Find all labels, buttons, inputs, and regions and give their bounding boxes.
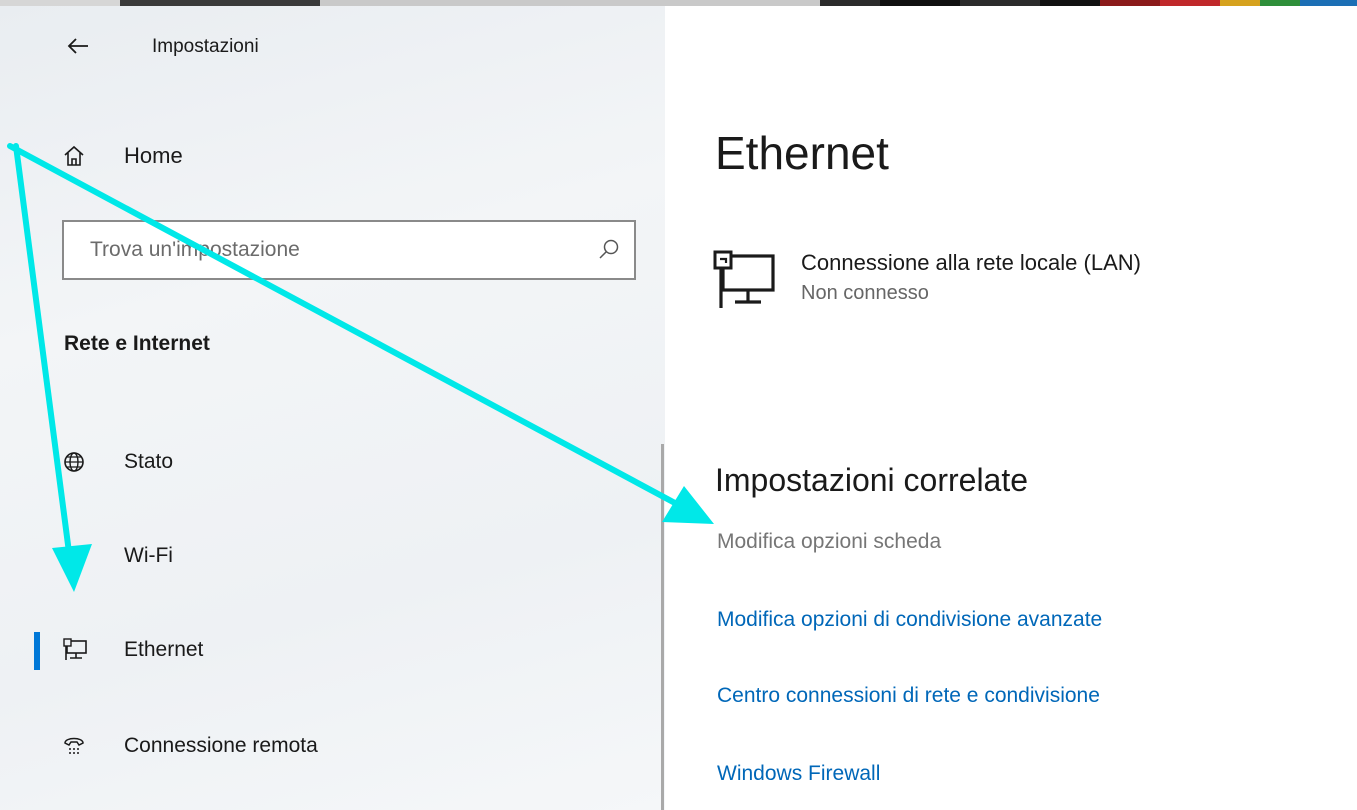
network-computer-icon xyxy=(713,250,775,308)
sidebar-item-label: Connessione remota xyxy=(124,734,318,757)
home-icon xyxy=(64,145,84,166)
section-title: Rete e Internet xyxy=(64,332,210,355)
link-windows-firewall[interactable]: Windows Firewall xyxy=(717,762,880,786)
search-input[interactable] xyxy=(88,237,572,263)
globe-icon xyxy=(64,452,84,472)
connection-status: Non connesso xyxy=(801,282,929,304)
sidebar-scrollbar[interactable] xyxy=(661,444,664,810)
connection-item[interactable]: Connessione alla rete locale (LAN) Non c… xyxy=(713,250,1141,310)
sidebar-item-ethernet[interactable]: Ethernet xyxy=(34,624,640,676)
sidebar-item-home[interactable]: Home xyxy=(40,130,640,182)
page-title: Ethernet xyxy=(715,127,889,179)
sidebar-item-label: Ethernet xyxy=(124,638,204,661)
link-modifica-opzioni-scheda[interactable]: Modifica opzioni scheda xyxy=(717,530,941,554)
sidebar-item-label: Home xyxy=(124,143,183,168)
search-icon xyxy=(599,239,619,259)
link-condivisione-avanzate[interactable]: Modifica opzioni di condivisione avanzat… xyxy=(717,608,1102,632)
main-content: Ethernet Connessione alla rete locale (L… xyxy=(665,6,1357,810)
back-button[interactable] xyxy=(58,26,98,66)
sidebar-item-label: Stato xyxy=(124,450,174,473)
sidebar-item-stato[interactable]: Stato xyxy=(40,436,640,488)
ethernet-icon xyxy=(63,638,87,660)
search-field xyxy=(62,220,636,280)
sidebar-item-label: Wi-Fi xyxy=(124,544,173,567)
search-button[interactable] xyxy=(598,238,620,265)
settings-window: Impostazioni Home Rete e Internet xyxy=(0,0,1357,810)
dialup-icon xyxy=(64,737,84,754)
arrow-left-icon xyxy=(67,38,88,54)
connection-name: Connessione alla rete locale (LAN) xyxy=(801,250,1141,275)
wifi-icon xyxy=(77,548,80,563)
sidebar-item-connessione-remota[interactable]: Connessione remota xyxy=(40,720,640,772)
sidebar: Impostazioni Home Rete e Internet xyxy=(0,6,665,810)
app-title: Impostazioni xyxy=(152,36,259,57)
related-settings-title: Impostazioni correlate xyxy=(715,462,1029,498)
link-centro-connessioni[interactable]: Centro connessioni di rete e condivision… xyxy=(717,684,1100,708)
sidebar-item-wifi[interactable]: Wi-Fi xyxy=(40,530,640,582)
